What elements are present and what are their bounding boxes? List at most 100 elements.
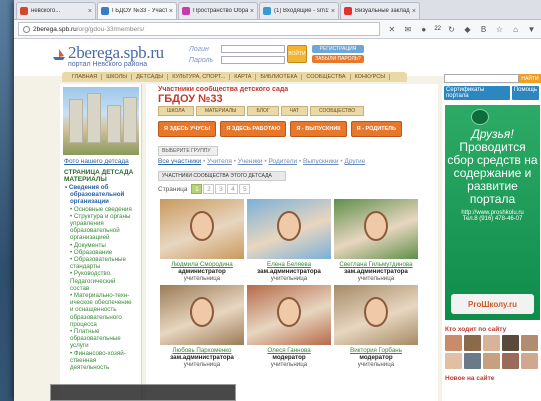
user-avatar[interactable] [502,335,519,351]
left-nav-item[interactable]: • Сведения об [65,184,137,191]
role-button[interactable]: я здесь работаю [220,121,287,137]
extension-icon[interactable]: ◆ [462,24,473,35]
left-nav-item[interactable]: состав [65,285,137,292]
filter-link[interactable]: Ученики [238,158,263,165]
page-button[interactable]: 2 [203,184,215,194]
left-nav-item[interactable]: • Образовательные [65,256,137,263]
browser-tab[interactable]: Пространство Образова...× [178,2,258,19]
user-avatar[interactable] [483,335,500,351]
menu-item[interactable]: детсады [132,74,169,80]
left-nav-item[interactable]: • Руководство. [65,270,137,277]
user-avatar[interactable] [521,335,538,351]
login-button[interactable]: ВОЙТИ [287,45,307,63]
bookmark-icon[interactable]: B [478,24,489,35]
filter-link[interactable]: Другие [344,158,365,165]
close-icon[interactable]: × [88,8,92,15]
page-button[interactable]: 3 [215,184,227,194]
left-nav-item[interactable]: организации [65,198,137,205]
menu-item[interactable]: культура, спорт... [168,74,231,80]
user-avatar[interactable] [521,353,538,369]
page-button[interactable]: 1 [191,184,203,194]
register-button[interactable]: РЕГИСТРАЦИЯ [312,45,364,53]
star-icon[interactable]: ☆ [494,24,505,35]
left-nav-item[interactable]: Педагогический [65,278,137,285]
filter-link[interactable]: Учителя [207,158,232,165]
left-nav-item[interactable]: организацией [65,234,137,241]
user-avatar[interactable] [445,353,462,369]
close-icon[interactable]: × [412,8,416,15]
community-tab[interactable]: материалы [195,106,246,116]
browser-tab[interactable]: (1) Входящие - srn1968@...× [259,2,339,19]
left-nav-item[interactable]: • Финансово-хозяй- [65,350,137,357]
left-nav-item[interactable]: • Материально-техн- [65,292,137,299]
close-icon[interactable]: ✕ [386,24,397,35]
kindergarten-photo[interactable] [63,87,139,155]
left-nav-item[interactable]: • Образование [65,249,137,256]
filter-link[interactable]: Выпускники [303,158,339,165]
left-nav-item[interactable]: услуги [65,342,137,349]
community-tab[interactable]: блог [247,106,279,116]
user-avatar[interactable] [464,353,481,369]
member-photo[interactable] [247,285,331,345]
member-name[interactable]: Светлана Гильмутдинова [334,261,418,268]
browser-tab[interactable]: Визуальные закладки × [340,2,420,19]
lock-icon[interactable]: ● [418,24,429,35]
browser-tab[interactable]: ГБДОУ №33 - Участники с...× [97,2,177,19]
member-name[interactable]: Елена Беляева [247,261,331,268]
search-button[interactable]: НАЙТИ [519,74,541,83]
kindergarten-name[interactable]: ГБДОУ №33 [146,93,438,105]
user-avatar[interactable] [483,353,500,369]
left-nav-item[interactable]: образовательного [65,314,137,321]
left-nav-item[interactable]: стандарты [65,263,137,270]
home-icon[interactable]: ⌂ [510,24,521,35]
left-nav-item[interactable]: и оснащенность [65,306,137,313]
community-tab[interactable]: школа [158,106,194,116]
certificates-button[interactable]: Сертификаты портала [444,86,510,100]
member-name[interactable]: Любовь Пархоменко [160,347,244,354]
left-nav-item[interactable]: управления [65,220,137,227]
member-photo[interactable] [334,199,418,259]
mail-icon[interactable]: ✉ [402,24,413,35]
site-logo[interactable]: 2berega.spb.ru портал Невского района [53,43,164,68]
left-nav-item[interactable]: ическое обеспечение [65,299,137,306]
help-button[interactable]: Помощь [511,86,539,100]
left-nav-item[interactable]: • Основные сведения [65,206,137,213]
menu-item[interactable]: школы [102,74,133,80]
page-button[interactable]: 4 [227,184,239,194]
left-nav-item[interactable]: • Платные [65,328,137,335]
member-photo[interactable] [247,199,331,259]
role-button[interactable]: я здесь учусь! [158,121,217,137]
menu-item[interactable]: карта [230,74,257,80]
member-photo[interactable] [334,285,418,345]
role-button[interactable]: я - родитель [350,121,402,137]
member-name[interactable]: Олеся Ганнова [247,347,331,354]
downloads-icon[interactable]: ▼ [526,24,537,35]
user-avatar[interactable] [445,335,462,351]
member-photo[interactable] [160,285,244,345]
donation-banner[interactable]: Друзья! Проводится сбор средств на содер… [445,105,540,320]
community-tab[interactable]: чат [280,106,308,116]
filter-link[interactable]: Родители [268,158,297,165]
login-input[interactable] [221,45,285,53]
left-nav-item[interactable]: процесса [65,321,137,328]
left-nav-item[interactable]: • Структура и органы [65,213,137,220]
user-avatar[interactable] [464,335,481,351]
page-button[interactable]: 5 [239,184,251,194]
left-nav-item[interactable]: ственная деятельность [65,357,137,371]
member-photo[interactable] [160,199,244,259]
group-tab[interactable]: выберите группу [158,146,218,156]
left-nav-item[interactable]: • Документы [65,242,137,249]
close-icon[interactable]: × [331,8,335,15]
close-icon[interactable]: × [169,8,173,15]
browser-tab[interactable]: невского... × [16,2,96,19]
menu-item[interactable]: сообщества [302,74,351,80]
password-input[interactable] [221,56,285,64]
member-name[interactable]: Людмила Смородина [160,261,244,268]
address-bar[interactable]: 2berega.spb.ru /org/gdou-33/members/ [18,22,381,36]
search-input[interactable] [444,74,519,83]
left-nav-item[interactable]: образовательной [65,191,137,198]
info-icon[interactable] [23,25,30,33]
user-avatar[interactable] [502,353,519,369]
photo-link[interactable]: Фото нашего детсада [60,158,141,165]
menu-item[interactable]: главная [68,74,103,80]
